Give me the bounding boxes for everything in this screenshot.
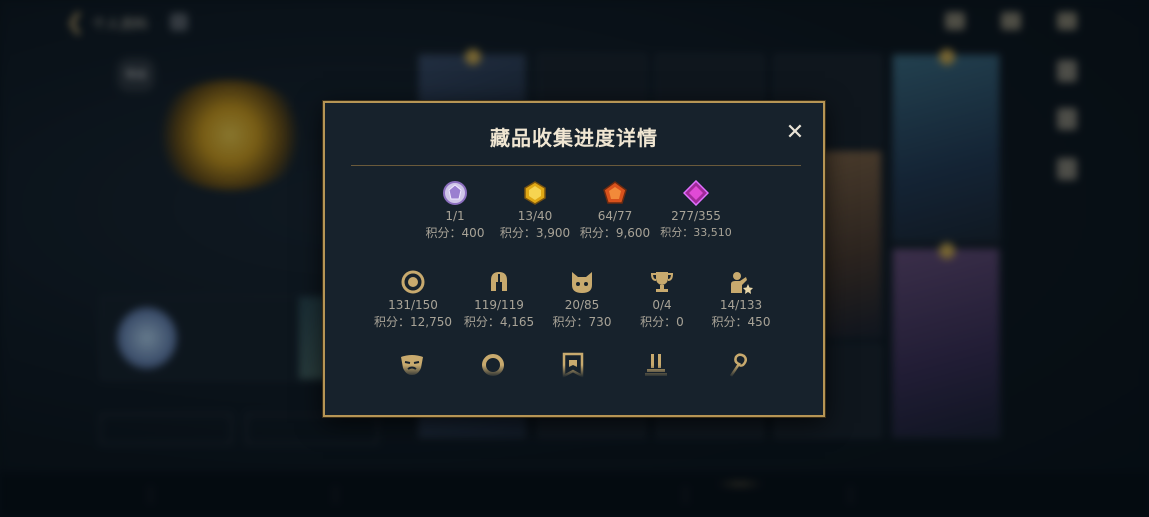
stat-score: 积分：9,600 <box>579 226 651 240</box>
stat-count: 277/355 <box>671 209 721 223</box>
stat-score: 积分：3,900 <box>499 226 571 240</box>
trophy-icon <box>650 272 674 292</box>
category-stat-pets: 20/85 积分：730 <box>537 269 627 330</box>
stat-count: 14/133 <box>719 298 763 312</box>
scroll-fade <box>325 365 823 383</box>
diamond-gem-icon <box>443 181 467 205</box>
stat-count: 20/85 <box>564 298 600 312</box>
category-stat-icons: 131/150 积分：12,750 <box>368 269 458 330</box>
helmet-icon <box>491 272 507 291</box>
gem-stat-purple: 277/355 积分：33,510 <box>651 180 741 240</box>
stat-score: 积分：33,510 <box>660 226 732 239</box>
dialog-title: 藏品收集进度详情 <box>490 126 658 150</box>
stat-count: 0/4 <box>652 298 672 312</box>
stat-score: 积分：4,165 <box>463 315 535 329</box>
stat-score: 积分：400 <box>425 226 485 240</box>
emote-icon <box>731 272 753 294</box>
stat-score: 积分：0 <box>640 315 684 329</box>
gem-stat-diamond: 1/1 积分：400 <box>410 180 500 241</box>
orange-gem-icon <box>603 181 627 204</box>
stat-score: 积分：450 <box>711 315 771 329</box>
purple-gem-icon <box>683 180 709 206</box>
stat-count: 13/40 <box>517 209 553 223</box>
pet-icon <box>572 272 592 293</box>
close-icon[interactable]: ✕ <box>783 120 807 146</box>
dialog-divider <box>351 165 801 166</box>
stat-count: 1/1 <box>445 209 465 223</box>
collection-progress-dialog: 藏品收集进度详情 ✕ 1/1 积分：400 13/40 积分：3,900 64/… <box>323 101 825 417</box>
gem-stat-gold: 13/40 积分：3,900 <box>490 180 580 241</box>
stat-count: 119/119 <box>474 298 524 312</box>
ring-icon <box>401 270 425 294</box>
category-stat-trophies: 0/4 积分：0 <box>617 269 707 330</box>
stat-count: 131/150 <box>388 298 438 312</box>
stat-count: 64/77 <box>597 209 633 223</box>
stat-score: 积分：12,750 <box>374 315 452 329</box>
gold-gem-icon <box>524 181 546 205</box>
category-stat-skins: 119/119 积分：4,165 <box>454 269 544 330</box>
stat-score: 积分：730 <box>552 315 612 329</box>
category-stat-emotes: 14/133 积分：450 <box>696 269 786 330</box>
gem-stat-orange: 64/77 积分：9,600 <box>570 180 660 241</box>
